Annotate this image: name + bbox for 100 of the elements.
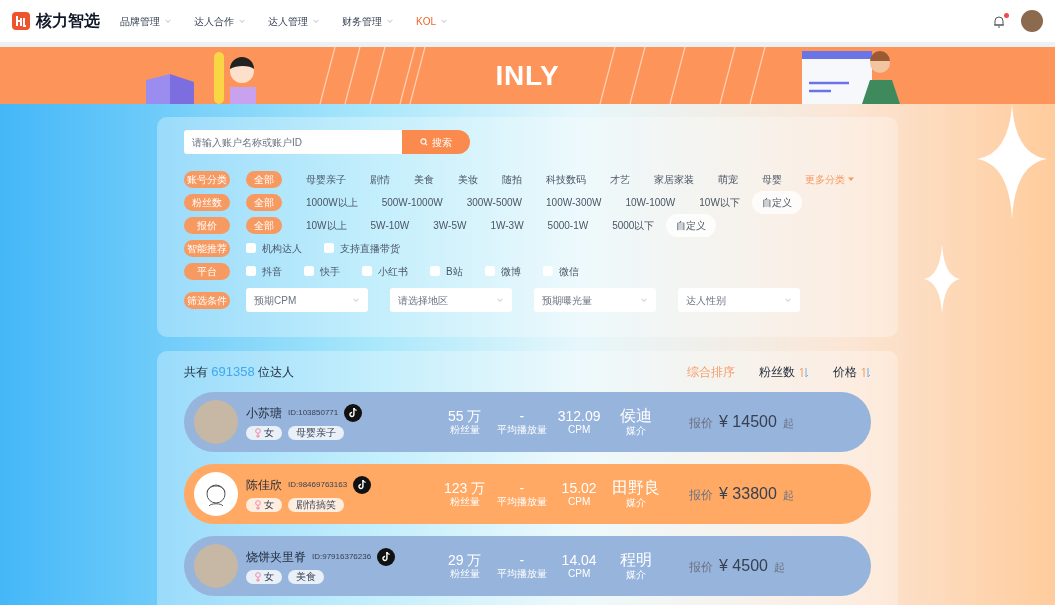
checkbox[interactable] — [430, 266, 440, 276]
user-avatar[interactable] — [1021, 10, 1043, 32]
chevron-down-icon — [496, 296, 504, 304]
stat-value: 侯迪 — [620, 408, 653, 424]
nav-menu[interactable]: 达人管理 — [268, 13, 320, 29]
stat-label: 平均播放量 — [496, 497, 547, 507]
search-field[interactable]: 请输入账户名称或账户ID — [184, 130, 402, 154]
stat-label: 平均播放量 — [496, 425, 547, 435]
filter-option[interactable]: 100W-300W — [546, 193, 602, 211]
dropdown-placeholder: 达人性别 — [686, 293, 726, 308]
checkbox[interactable] — [324, 243, 334, 253]
gender-tag: 女 — [246, 498, 282, 512]
checkbox[interactable] — [246, 243, 256, 253]
sort-option[interactable]: 粉丝数 — [759, 363, 809, 381]
music-note-icon — [353, 476, 372, 494]
chevron-down-icon — [164, 17, 172, 25]
sort-arrows-icon — [861, 366, 871, 378]
filter-option[interactable]: 10W-100W — [625, 193, 676, 211]
stat-label: 媒介 — [626, 498, 647, 508]
price-label: 报价 — [689, 487, 713, 504]
checkbox[interactable] — [304, 266, 314, 276]
search-icon — [420, 138, 428, 146]
custom-range-button[interactable]: 自定义 — [666, 213, 717, 237]
kol-id: ID:97916376236 — [312, 551, 372, 563]
filter-label: 报价 — [184, 216, 230, 234]
filter-option[interactable]: 家居家装 — [654, 170, 694, 188]
price-value: ¥ 33800 — [719, 484, 777, 504]
music-note-icon — [377, 548, 396, 566]
female-symbol-icon — [254, 500, 262, 510]
filter-option[interactable]: 10W以下 — [699, 193, 740, 211]
custom-range-button[interactable]: 自定义 — [751, 190, 802, 214]
female-symbol-icon — [254, 428, 262, 438]
checkbox[interactable] — [246, 266, 256, 276]
price-label: 报价 — [689, 415, 713, 432]
checkbox[interactable] — [484, 266, 495, 276]
stat-value: 程明 — [620, 552, 653, 568]
filter-option[interactable]: 10W以上 — [306, 216, 347, 234]
stat-label: CPM — [568, 425, 591, 435]
filter-option[interactable]: 5000-1W — [547, 216, 589, 234]
stat-value: 14.04 — [561, 553, 597, 567]
filter-option[interactable]: 5000以下 — [612, 216, 655, 234]
category-tag: 美食 — [288, 570, 324, 584]
category-tag: 剧情搞笑 — [288, 498, 344, 512]
brand-name: 核力智选 — [36, 11, 100, 31]
dropdown-field[interactable]: 预期曝光量 — [534, 288, 656, 312]
filter-option[interactable]: 母婴 — [762, 170, 782, 188]
checkbox[interactable] — [362, 266, 372, 276]
stat-value: 123 万 — [444, 481, 486, 495]
filter-option[interactable]: 科技数码 — [546, 170, 586, 188]
avatar-placeholder — [194, 544, 238, 588]
dropdown-field[interactable]: 请选择地区 — [390, 288, 512, 312]
filter-option[interactable]: 1W-3W — [490, 216, 524, 234]
chevron-down-icon — [386, 17, 394, 25]
nav-menu[interactable]: 品牌管理 — [120, 13, 172, 29]
avatar-sketch-icon — [194, 472, 238, 516]
kol-card[interactable]: 陈佳欣 ID:98469763163 女 剧情搞笑 123 万 粉丝量 - 平均播放量 15.02 CPM 田野良 媒介 报价 ¥ 33800 起 — [184, 464, 871, 524]
kol-id: ID:103850771 — [288, 407, 339, 419]
filter-option[interactable]: 1000W以上 — [306, 193, 358, 211]
checkbox-label: 机构达人 — [262, 241, 302, 256]
dropdown-field[interactable]: 达人性别 — [678, 288, 800, 312]
category-tag: 母婴亲子 — [288, 426, 344, 440]
avatar-placeholder — [194, 400, 238, 444]
price-value: ¥ 14500 — [719, 412, 777, 432]
filter-option[interactable]: 5W-10W — [370, 216, 410, 234]
filter-option[interactable]: 母婴亲子 — [306, 170, 346, 188]
filter-label: 平台 — [184, 262, 230, 280]
filter-option[interactable]: 剧情 — [370, 170, 390, 188]
checkbox-label: 抖音 — [262, 264, 282, 279]
filter-option[interactable]: 美食 — [414, 170, 434, 188]
kol-card[interactable]: 小苏瑭 ID:103850771 女 母婴亲子 55 万 粉丝量 - 平均播放量 312.09 CPM 侯迪 媒介 报价 ¥ 14500 起 — [184, 392, 871, 452]
sort-option[interactable]: 价格 — [833, 363, 871, 381]
filter-option[interactable]: 美妆 — [458, 170, 478, 188]
filter-option[interactable]: 萌宠 — [718, 170, 738, 188]
dropdown-triangle-icon — [847, 175, 855, 183]
stat-value: - — [519, 409, 525, 423]
checkbox[interactable] — [542, 266, 553, 276]
filter-label: 智能推荐 — [184, 239, 230, 257]
nav-menu[interactable]: 达人合作 — [194, 13, 246, 29]
dropdown-field[interactable]: 预期CPM — [246, 288, 368, 312]
filter-option[interactable]: 随拍 — [502, 170, 522, 188]
chevron-down-icon — [784, 296, 792, 304]
gender-tag: 女 — [246, 570, 282, 584]
filter-option[interactable]: 500W-1000W — [381, 193, 443, 211]
filter-option[interactable]: 3W-5W — [433, 216, 467, 234]
filter-option[interactable]: 300W-500W — [466, 193, 523, 211]
filter-label: 粉丝数 — [184, 193, 230, 211]
stat-value: - — [519, 553, 525, 567]
stat-value: 312.09 — [557, 409, 601, 423]
bell-icon[interactable] — [993, 14, 1005, 28]
filter-option[interactable]: 才艺 — [610, 170, 630, 188]
checkbox-label: 微博 — [500, 264, 521, 279]
price-suffix: 起 — [782, 488, 794, 503]
kol-card[interactable]: 烧饼夹里脊 ID:97916376236 女 美食 29 万 粉丝量 - 平均播放量 14.04 CPM 程明 媒介 报价 ¥ 4500 起 — [184, 536, 871, 596]
nav-menu[interactable]: 财务管理 — [342, 13, 394, 29]
kol-name: 陈佳欣 — [246, 477, 282, 494]
chevron-down-icon — [238, 17, 246, 25]
stat-value: 田野良 — [612, 480, 661, 496]
checkbox-label: 支持直播带货 — [340, 241, 400, 256]
price-suffix: 起 — [782, 416, 794, 431]
banner-logo: INLY — [495, 58, 560, 93]
